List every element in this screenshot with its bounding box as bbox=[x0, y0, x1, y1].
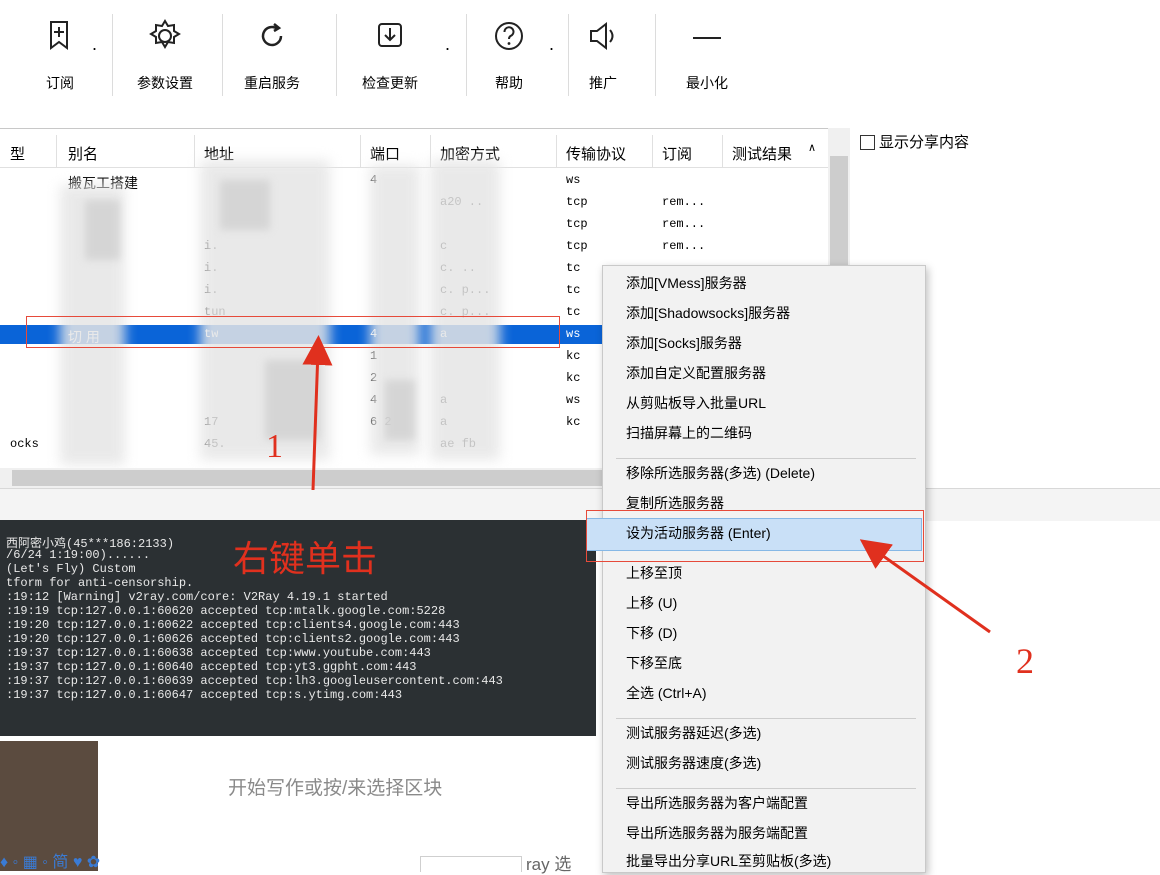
arrow-to-selected-row bbox=[302, 335, 333, 491]
annotation-arrows bbox=[302, 335, 991, 634]
arrow-to-set-active bbox=[859, 539, 991, 634]
